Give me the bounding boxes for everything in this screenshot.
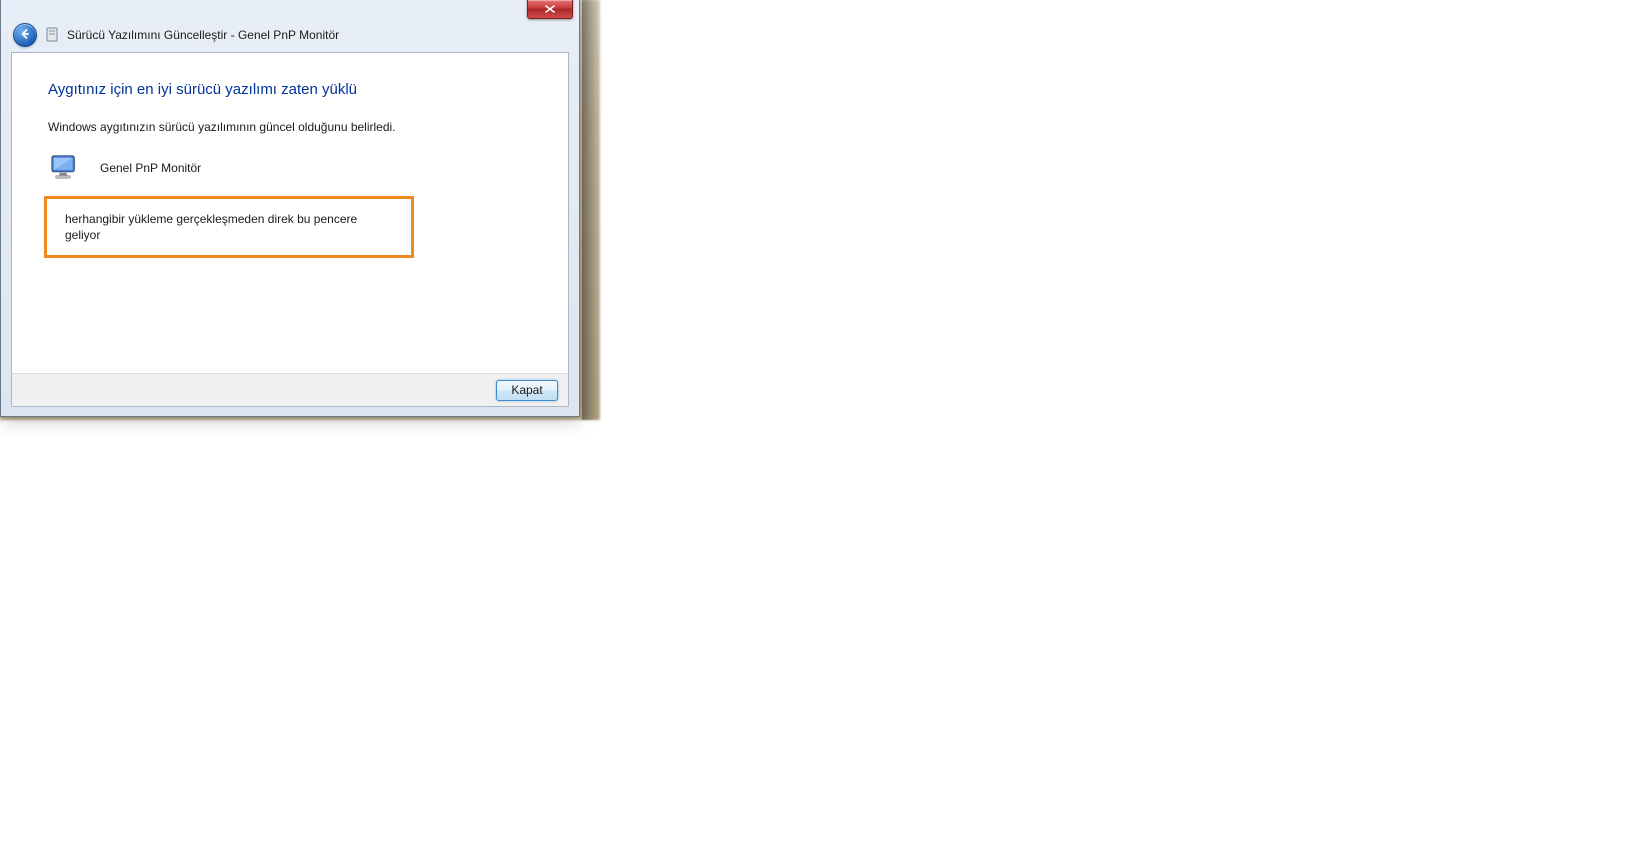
window-shadow (582, 0, 600, 420)
device-name-label: Genel PnP Monitör (100, 161, 201, 175)
user-annotation-box: herhangibir yükleme gerçekleşmeden direk… (44, 196, 414, 258)
window-title: Sürücü Yazılımını Güncelleştir - Genel P… (67, 28, 339, 42)
status-text: Windows aygıtınızın sürücü yazılımının g… (48, 120, 532, 134)
driver-update-wizard-window: Sürücü Yazılımını Güncelleştir - Genel P… (0, 0, 580, 417)
titlebar: Sürücü Yazılımını Güncelleştir - Genel P… (1, 0, 579, 52)
device-icon (45, 27, 59, 43)
annotation-text: herhangibir yükleme gerçekleşmeden direk… (65, 212, 357, 242)
device-row: Genel PnP Monitör (48, 154, 532, 182)
arrow-left-icon (19, 28, 31, 43)
page-heading: Aygıtınız için en iyi sürücü yazılımı za… (48, 81, 532, 98)
back-button[interactable] (13, 23, 37, 47)
footer-panel: Kapat (11, 373, 569, 407)
monitor-icon (50, 154, 80, 182)
content-panel: Aygıtınız için en iyi sürücü yazılımı za… (11, 52, 569, 374)
close-button[interactable]: Kapat (496, 380, 558, 401)
